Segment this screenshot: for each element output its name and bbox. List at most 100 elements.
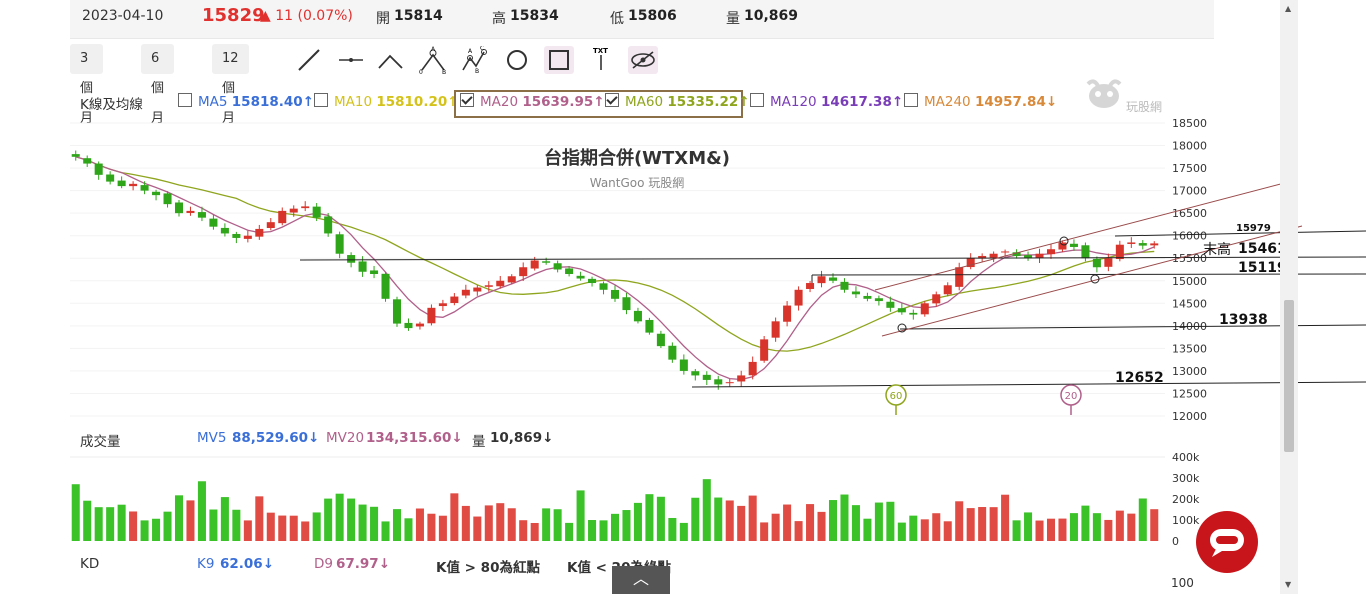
price-chart: 1850018000175001700016500160001550015000…	[70, 117, 1366, 548]
volume-bar	[668, 517, 677, 541]
candle-body	[851, 291, 860, 295]
candle-body	[289, 208, 298, 213]
volume-bar	[450, 493, 459, 541]
chevron-up-icon: ︿	[632, 569, 649, 588]
d9-label: D9	[314, 556, 333, 572]
volume-legend: 成交量 MV5 88,529.60↓ MV20 134,315.60↓ 量 10…	[70, 430, 1170, 450]
support-line-12652[interactable]	[691, 381, 1366, 388]
volume-bar	[932, 513, 941, 541]
candle-body	[255, 228, 264, 237]
candle-body	[622, 297, 631, 311]
volume-bar	[404, 518, 413, 541]
trend-channel-upper[interactable]	[874, 179, 1297, 291]
volume-bar	[83, 500, 92, 541]
volume-bar	[71, 484, 80, 541]
chart-subtitle: WantGoo 玩股網	[590, 176, 685, 190]
volume-bar	[289, 515, 298, 541]
ma20-cross-marker: 20	[1060, 384, 1082, 415]
candle-body	[794, 289, 803, 306]
candle-body	[645, 319, 654, 333]
volume-bar	[519, 520, 528, 541]
ma60-cross-marker: 60	[885, 384, 907, 415]
volume-bars	[71, 479, 1159, 541]
volume-bar	[1046, 518, 1056, 541]
candle-body	[920, 303, 929, 315]
volume-bar	[955, 501, 964, 541]
volume-bar	[599, 520, 608, 541]
volume-bar	[1001, 494, 1010, 541]
volume-bar	[897, 522, 906, 541]
volume-bar	[851, 505, 860, 541]
volume-bar	[1058, 518, 1067, 541]
candle-body	[932, 294, 941, 304]
volume-bar	[335, 493, 344, 541]
volume-bar	[1150, 509, 1159, 541]
k9-label: K9	[197, 556, 215, 572]
candle-body	[220, 227, 229, 234]
candle-body	[886, 301, 895, 308]
candle-body	[1058, 242, 1067, 250]
volume-bar	[656, 496, 665, 541]
candle-body	[312, 206, 321, 218]
label-15979: 15979	[1236, 223, 1271, 234]
candle-body	[415, 323, 424, 327]
candle-body	[702, 374, 711, 380]
candle-body	[1035, 253, 1044, 258]
marker-60-label: 60	[890, 391, 903, 402]
price-tick-label: 17000	[1172, 185, 1207, 198]
volume-bar	[909, 515, 918, 541]
volume-bar	[828, 500, 838, 541]
scroll-top-button[interactable]: ︿	[612, 566, 670, 594]
volume-bar	[920, 519, 929, 541]
volume-bar	[794, 521, 803, 541]
candle-body	[473, 287, 482, 292]
candle-body	[943, 285, 952, 295]
candle-body	[656, 333, 665, 347]
candle-body	[278, 210, 287, 224]
volume-bar	[702, 479, 711, 541]
candle-body	[955, 267, 964, 287]
volume-bar	[530, 522, 539, 541]
volume-bar	[197, 481, 206, 541]
kd-note-overbought: K值 > 80為紅點	[436, 560, 540, 576]
volume-bar	[840, 494, 849, 541]
candle-body	[152, 191, 161, 196]
candle-body	[542, 261, 551, 263]
candle-body	[897, 308, 906, 313]
volume-bar	[94, 507, 103, 541]
candle-body	[806, 283, 815, 289]
candle-body	[347, 255, 356, 263]
candle-body	[725, 382, 734, 384]
candle-body	[404, 322, 413, 329]
candle-body	[1127, 242, 1136, 244]
scrollbar-thumb[interactable]	[1284, 300, 1294, 452]
volume-bar	[588, 520, 597, 541]
volume-bar	[1035, 520, 1044, 541]
volume-bar	[565, 522, 574, 541]
k9-value: 62.06↓	[220, 556, 275, 572]
volume-bar	[381, 521, 390, 541]
chat-button[interactable]	[1196, 511, 1258, 573]
volume-bar	[278, 515, 287, 541]
candle-body	[737, 375, 746, 382]
candle-body	[461, 289, 470, 296]
volume-bar	[783, 504, 792, 541]
scroll-up-arrow-icon[interactable]: ▲	[1285, 4, 1291, 13]
candle-body	[381, 273, 390, 299]
volume-bar	[358, 504, 367, 541]
candle-body	[553, 263, 562, 270]
page-scrollbar[interactable]: ▲ ▼	[1280, 0, 1298, 594]
candle-body	[668, 345, 677, 360]
volume-bar	[966, 508, 975, 541]
candle-body	[71, 154, 80, 157]
candle-body	[117, 180, 126, 187]
candle-body	[840, 281, 849, 290]
mv20-value: 134,315.60↓	[366, 430, 463, 446]
candle-body	[163, 193, 172, 205]
candle-body	[599, 283, 608, 290]
volume-bar	[186, 500, 195, 541]
scroll-down-arrow-icon[interactable]: ▼	[1285, 580, 1291, 589]
candle-body	[427, 307, 436, 324]
candle-body	[760, 339, 769, 361]
volume-bar	[163, 511, 172, 541]
